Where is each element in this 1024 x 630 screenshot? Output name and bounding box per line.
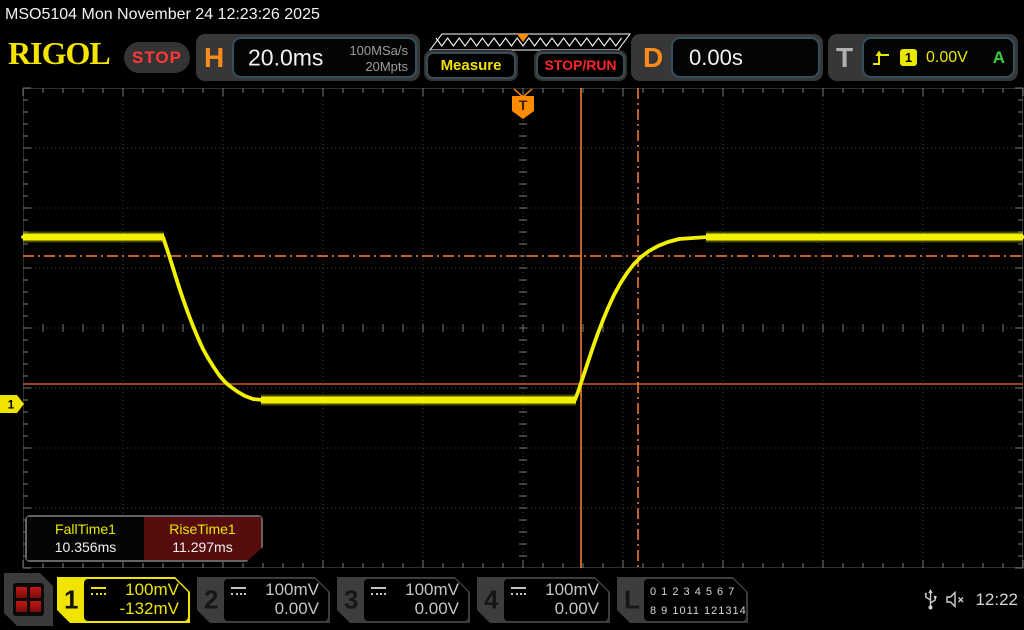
trigger-readout: 1 0.00V A	[862, 37, 1015, 78]
timebase-value: 20.0ms	[248, 44, 323, 71]
dc-coupling-icon	[511, 587, 526, 595]
channel-2-offset: 0.00V	[275, 599, 319, 619]
channel-3-scale: 100mV	[405, 580, 459, 600]
channel-1-scale: 100mV	[125, 580, 179, 600]
trigger-source-badge: 1	[900, 49, 917, 66]
channel-status-bar: 1 100mV -132mV 2 100mV 0.00V 3 100mV 0.0…	[0, 570, 1024, 630]
channel-4-number: 4	[484, 585, 498, 616]
sample-rate: 100MSa/s	[349, 43, 408, 59]
memory-depth: 20Mpts	[349, 59, 408, 75]
delay-readout: 0.00s	[671, 37, 820, 78]
horizontal-readout: 20.0ms 100MSa/s 20Mpts	[232, 37, 417, 78]
usb-icon	[924, 589, 937, 610]
channel-2-scale: 100mV	[265, 580, 319, 600]
channel-1-readout: 100mV -132mV	[84, 579, 188, 621]
horizontal-panel[interactable]: H 20.0ms 100MSa/s 20Mpts	[196, 34, 420, 81]
trigger-panel[interactable]: T 1 0.00V A	[828, 34, 1018, 81]
channel-2-readout: 100mV 0.00V	[224, 579, 328, 621]
delay-value: 0.00s	[689, 45, 743, 71]
graticule-waveform-area[interactable]: T1	[23, 88, 1023, 568]
clock-time: 12:22	[975, 590, 1018, 610]
measure-button[interactable]: Measure	[424, 50, 518, 81]
channel-4-badge[interactable]: 4 100mV 0.00V	[477, 577, 610, 623]
delay-label: D	[643, 42, 663, 74]
rigol-logo: RIGOL	[8, 35, 110, 72]
logic-channels-row2: 8 9 1011 12131415	[650, 602, 746, 621]
stop-run-button[interactable]: STOP/RUN	[534, 50, 627, 81]
risetime-label: RiseTime1	[144, 521, 261, 537]
channel-3-badge[interactable]: 3 100mV 0.00V	[337, 577, 470, 623]
falltime-value: 10.356ms	[27, 539, 144, 555]
speaker-muted-icon	[946, 591, 966, 608]
logic-analyzer-label: L	[624, 585, 640, 616]
acquisition-state-badge: STOP	[124, 42, 190, 73]
sample-rate-memdepth: 100MSa/s 20Mpts	[349, 43, 408, 75]
menu-grid-icon[interactable]	[4, 573, 53, 626]
channel-1-offset: -132mV	[119, 599, 179, 619]
trigger-level-value: 0.00V	[926, 49, 968, 67]
rising-slope-icon	[872, 50, 891, 66]
svg-text:T: T	[519, 97, 528, 113]
dc-coupling-icon	[91, 587, 106, 595]
channel-3-readout: 100mV 0.00V	[364, 579, 468, 621]
measure-button-label: Measure	[426, 52, 516, 79]
channel-2-badge[interactable]: 2 100mV 0.00V	[197, 577, 330, 623]
logic-channels-readout: 0 1 2 3 4 5 6 7 8 9 1011 12131415	[644, 579, 746, 621]
channel-2-number: 2	[204, 585, 218, 616]
channel-4-readout: 100mV 0.00V	[504, 579, 608, 621]
channel-1-badge[interactable]: 1 100mV -132mV	[57, 577, 190, 623]
dc-coupling-icon	[231, 587, 246, 595]
logic-analyzer-badge[interactable]: L 0 1 2 3 4 5 6 7 8 9 1011 12131415	[617, 577, 748, 623]
dc-coupling-icon	[371, 587, 386, 595]
risetime-value: 11.297ms	[144, 539, 261, 555]
svg-text:1: 1	[8, 398, 15, 412]
trigger-position-marker: T	[512, 96, 534, 119]
logic-channels-row1: 0 1 2 3 4 5 6 7	[650, 583, 746, 602]
channel-4-offset: 0.00V	[555, 599, 599, 619]
delay-panel[interactable]: D 0.00s	[631, 34, 823, 81]
horizontal-label: H	[204, 42, 224, 74]
falltime-label: FallTime1	[27, 521, 144, 537]
channel-3-number: 3	[344, 585, 358, 616]
measurement-falltime[interactable]: FallTime1 10.356ms	[27, 517, 144, 560]
model-and-datetime: MSO5104 Mon November 24 12:23:26 2025	[0, 0, 1024, 30]
channel-1-number: 1	[64, 585, 78, 616]
oscilloscope-screen: MSO5104 Mon November 24 12:23:26 2025 RI…	[0, 0, 1024, 630]
channel-4-scale: 100mV	[545, 580, 599, 600]
measurement-risetime[interactable]: RiseTime1 11.297ms	[144, 517, 261, 560]
channel-3-offset: 0.00V	[415, 599, 459, 619]
header-bar: RIGOL STOP H 20.0ms 100MSa/s 20Mpts Meas…	[0, 30, 1024, 86]
menu-grid-icon-inner	[13, 583, 44, 616]
trigger-label: T	[836, 42, 853, 74]
trigger-mode-auto: A	[993, 48, 1005, 68]
stop-run-button-label: STOP/RUN	[536, 52, 625, 79]
channel-1-ground-marker: 1	[0, 395, 24, 413]
measurement-results-box[interactable]: FallTime1 10.356ms RiseTime1 11.297ms	[25, 515, 263, 562]
status-icons: 12:22	[924, 589, 1018, 610]
